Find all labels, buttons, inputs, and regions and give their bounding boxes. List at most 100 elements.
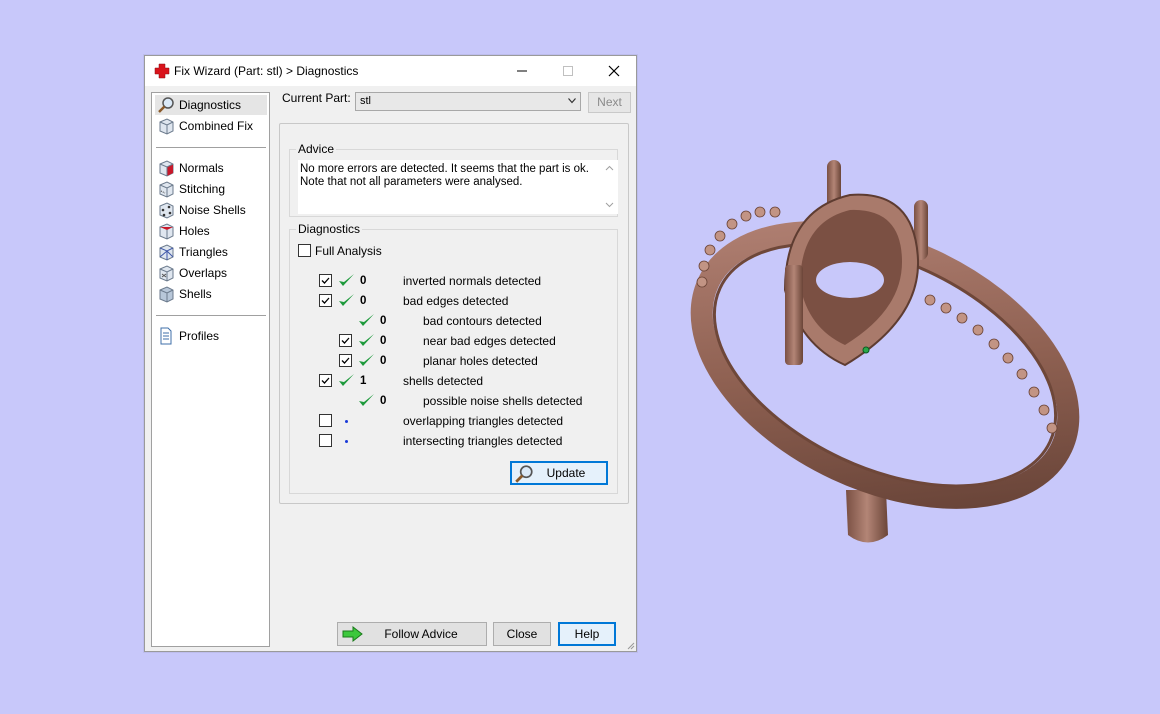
advice-line-1: No more errors are detected. It seems th…	[300, 163, 589, 175]
diagnostic-row: 0 bad contours detected	[290, 312, 610, 330]
current-part-select[interactable]: stl	[355, 92, 581, 111]
maximize-button[interactable]	[545, 56, 591, 86]
diagnostic-label: overlapping triangles detected	[403, 414, 564, 428]
red-cross-icon	[154, 63, 170, 79]
diagnostic-row: 0 near bad edges detected	[290, 332, 610, 350]
diagnostic-label: bad contours detected	[423, 314, 542, 328]
diagnostic-label: planar holes detected	[423, 354, 538, 368]
sidebar-item-overlaps[interactable]: Overlaps	[155, 263, 267, 283]
pending-dot-icon	[345, 440, 348, 443]
close-button[interactable]: Close	[493, 622, 551, 646]
diagnostic-checkbox[interactable]	[319, 294, 332, 307]
update-button[interactable]: Update	[510, 461, 608, 485]
sidebar-item-holes[interactable]: Holes	[155, 221, 267, 241]
close-icon	[608, 65, 620, 77]
minimize-icon	[517, 70, 527, 72]
fix-wizard-window: Fix Wizard (Part: stl) > Diagnostics Dia…	[144, 55, 637, 652]
follow-advice-button[interactable]: Follow Advice	[337, 622, 487, 646]
diagnostic-label: intersecting triangles detected	[403, 434, 563, 448]
sidebar-item-label: Stitching	[179, 182, 226, 196]
ring-setting-opening	[816, 262, 884, 298]
holes-cube-icon	[159, 223, 174, 240]
sidebar-item-noise-shells[interactable]: Noise Shells	[155, 200, 267, 220]
sidebar-item-label: Diagnostics	[179, 98, 242, 112]
green-check-icon	[339, 274, 354, 286]
sidebar-item-normals[interactable]: Normals	[155, 158, 267, 178]
ring-3d-model[interactable]	[690, 150, 1090, 550]
maximize-icon	[563, 66, 573, 76]
sidebar-item-label: Noise Shells	[179, 203, 246, 217]
checkbox-check-icon	[321, 297, 330, 304]
sidebar: Diagnostics Combined Fix Normals Stitchi…	[151, 92, 270, 647]
diagnostic-count: 0	[380, 335, 387, 347]
sidebar-item-triangles[interactable]: Triangles	[155, 242, 267, 262]
green-arrow-icon	[342, 626, 363, 642]
checkbox-check-icon	[341, 357, 350, 364]
pending-dot-icon	[345, 420, 348, 423]
advice-scrollbar[interactable]	[601, 160, 618, 214]
advice-text-box: No more errors are detected. It seems th…	[298, 160, 618, 214]
diagnostic-label: inverted normals detected	[403, 274, 542, 288]
diagnostic-checkbox[interactable]	[319, 274, 332, 287]
green-check-icon	[359, 394, 374, 406]
help-button[interactable]: Help	[558, 622, 616, 646]
normals-cube-icon	[159, 160, 174, 177]
sidebar-item-shells[interactable]: Shells	[155, 284, 267, 304]
sidebar-item-label: Shells	[179, 287, 212, 301]
advice-line-2: Note that not all parameters were analys…	[300, 176, 523, 188]
sidebar-item-profiles[interactable]: Profiles	[155, 326, 267, 346]
noise-shells-cube-icon	[159, 202, 174, 219]
green-check-icon	[359, 314, 374, 326]
diagnostic-row: intersecting triangles detected	[290, 432, 610, 450]
next-button[interactable]: Next	[588, 92, 631, 113]
document-icon	[160, 327, 172, 345]
diagnostics-group: Diagnostics Full Analysis 0 inverted nor…	[289, 222, 618, 494]
title-bar[interactable]: Fix Wizard (Part: stl) > Diagnostics	[145, 56, 636, 86]
advice-group: Advice No more errors are detected. It s…	[289, 142, 618, 217]
full-analysis-checkbox[interactable]	[298, 244, 311, 257]
follow-advice-label: Follow Advice	[384, 627, 458, 641]
green-check-icon	[359, 334, 374, 346]
diagnostic-label: shells detected	[403, 374, 484, 388]
full-analysis-checkbox-row[interactable]: Full Analysis	[298, 242, 498, 260]
diagnostic-count: 0	[360, 295, 367, 307]
diagnostic-row: overlapping triangles detected	[290, 412, 610, 430]
diagnostic-checkbox[interactable]	[339, 354, 352, 367]
diagnostic-row: 0 bad edges detected	[290, 292, 610, 310]
window-title: Fix Wizard (Part: stl) > Diagnostics	[174, 64, 359, 78]
diagnostic-count: 1	[360, 375, 367, 387]
scroll-arrows-icon	[605, 165, 614, 208]
diagnostic-checkbox[interactable]	[319, 434, 332, 447]
green-check-icon	[339, 294, 354, 306]
sidebar-item-combined-fix[interactable]: Combined Fix	[155, 116, 267, 136]
sidebar-item-diagnostics[interactable]: Diagnostics	[155, 95, 267, 115]
sidebar-item-label: Triangles	[179, 245, 228, 259]
diagnostic-count: 0	[380, 315, 387, 327]
magnifier-icon	[515, 465, 533, 483]
diagnostic-label: possible noise shells detected	[423, 394, 583, 408]
cube-icon	[159, 118, 174, 135]
diagnostic-label: near bad edges detected	[423, 334, 556, 348]
vertex-marker[interactable]	[862, 346, 870, 354]
triangles-cube-icon	[159, 244, 174, 261]
minimize-button[interactable]	[499, 56, 545, 86]
diagnostic-row: 0 inverted normals detected	[290, 272, 610, 290]
diagnostic-checkbox[interactable]	[339, 334, 352, 347]
diagnostic-checkbox[interactable]	[319, 414, 332, 427]
diagnostic-checkbox[interactable]	[319, 374, 332, 387]
diagnostic-row: 1 shells detected	[290, 372, 610, 390]
resize-grip-icon[interactable]	[625, 640, 635, 650]
advice-group-title: Advice	[296, 142, 337, 156]
stitching-cube-icon	[159, 181, 174, 198]
sidebar-item-stitching[interactable]: Stitching	[155, 179, 267, 199]
diagnostic-label: bad edges detected	[403, 294, 509, 308]
checkbox-check-icon	[341, 337, 350, 344]
sidebar-item-label: Overlaps	[179, 266, 228, 280]
main-panel: Advice No more errors are detected. It s…	[279, 123, 629, 504]
sidebar-divider	[156, 315, 266, 316]
sidebar-item-label: Normals	[179, 161, 224, 175]
checkbox-check-icon	[321, 277, 330, 284]
close-window-button[interactable]	[591, 56, 637, 86]
overlaps-cube-icon	[159, 265, 174, 282]
green-check-icon	[339, 374, 354, 386]
